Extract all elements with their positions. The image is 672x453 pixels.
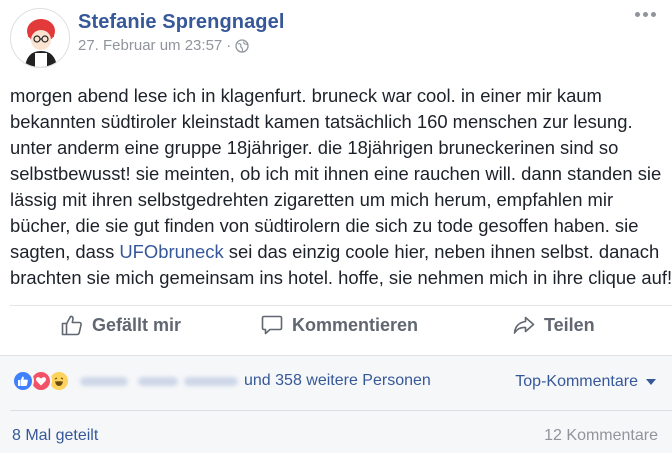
post-text-line: morgen abend lese ich in klagenfurt. bru… [10,85,602,106]
post-text-line: unter anderm eine gruppe 18jähriger. die… [10,137,619,158]
post-text-line: sagten, dass UFObruneck sei das einzig c… [10,239,670,265]
post-meta: 27. Februar um 23:57 · [78,37,285,54]
author-block: Stefanie Sprengnagel 27. Februar um 23:5… [78,11,285,54]
meta-separator: · [226,37,232,54]
top-comments-dropdown[interactable]: Top-Kommentare [515,373,656,391]
author-name[interactable]: Stefanie Sprengnagel [78,11,285,34]
more-options-icon[interactable] [635,12,656,17]
share-label: Teilen [544,314,595,335]
caret-down-icon [646,379,656,385]
avatar-illustration [12,10,69,67]
post-text-line: selbstbewusst! sie meinten, ob ich mit i… [10,163,662,184]
like-label: Gefällt mir [92,314,182,335]
top-comments-label: Top-Kommentare [515,373,638,390]
share-button[interactable]: Teilen [512,313,595,337]
post-text-line: brachten sie mich gemeinsam ins hotel. h… [10,267,672,288]
share-icon [513,316,535,334]
comment-button[interactable]: Kommentieren [260,313,418,337]
post-header: Stefanie Sprengnagel 27. Februar um 23:5… [10,8,285,68]
globe-icon[interactable] [235,38,249,53]
comment-label: Kommentieren [292,314,419,335]
footer-divider [10,410,672,411]
post-text-line: lässig mit ihren selbstgedrehten zigaret… [10,189,614,210]
post-text-line: bücher, die sie gut finden von südtirole… [10,215,639,236]
page-link-ufobruneck[interactable]: UFObruneck [119,241,223,262]
comments-count[interactable]: 12 Kommentare [544,427,658,445]
like-icon [12,370,34,392]
comment-icon [261,315,283,335]
post-text-segment: sei das einzig coole hier, neben ihnen s… [223,241,660,262]
reactions-others-text[interactable]: und 358 weitere Personen [244,372,431,390]
avatar[interactable] [10,8,70,68]
post-actions: Gefällt mir Kommentieren Teilen [0,305,672,353]
post-timestamp[interactable]: 27. Februar um 23:57 [78,37,222,54]
redacted-names [80,373,240,389]
like-button[interactable]: Gefällt mir [60,313,181,337]
post-text-line: bekannten südtiroler kleinstadt kamen ta… [10,111,633,132]
reactions-summary[interactable]: und 358 weitere Personen [12,370,431,392]
shares-count[interactable]: 8 Mal geteilt [12,427,98,445]
reaction-icons [12,370,70,392]
post-text-segment: sagten, dass [10,241,120,262]
post-body: morgen abend lese ich in klagenfurt. bru… [10,83,672,291]
thumbs-up-icon [61,315,82,336]
